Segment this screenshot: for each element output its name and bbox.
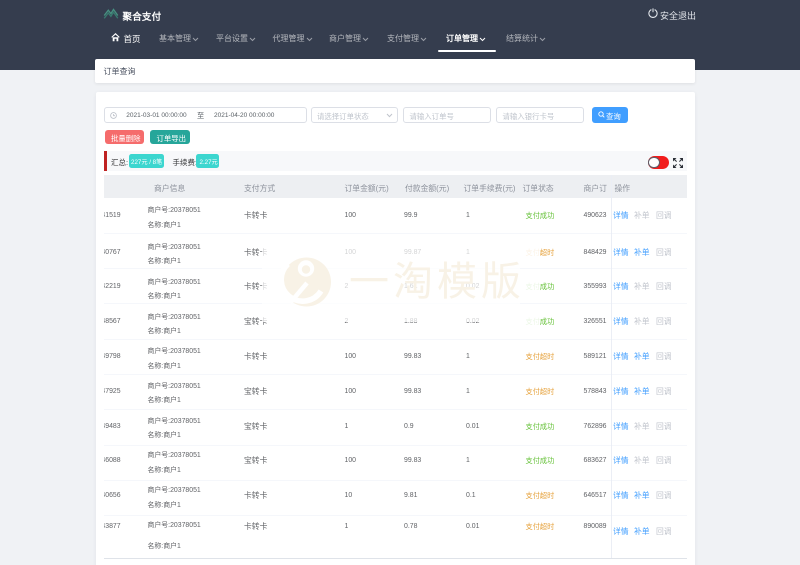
svg-text:一淘模版: 一淘模版 (349, 252, 525, 307)
